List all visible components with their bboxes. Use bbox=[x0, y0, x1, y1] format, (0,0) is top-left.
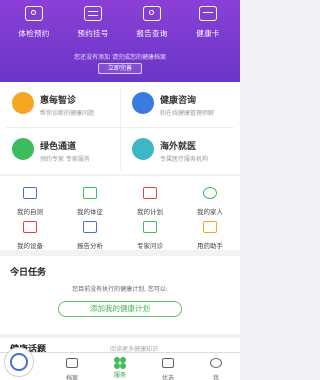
top-nav-item-register[interactable]: 预约挂号 bbox=[63, 4, 123, 39]
grid-label: 我的体征 bbox=[77, 208, 103, 216]
overseas-care-icon bbox=[132, 138, 154, 160]
profile-notice: 您还没有添加 请完成您的健康档案 bbox=[74, 54, 166, 61]
grid-item-expert-consult[interactable]: 专家问诊 bbox=[120, 218, 180, 250]
select-icon bbox=[162, 358, 174, 368]
calendar-clock-icon bbox=[25, 6, 43, 21]
top-nav-label: 体检预约 bbox=[18, 29, 50, 38]
vital-signs-icon bbox=[83, 187, 97, 199]
report-search-icon bbox=[143, 6, 161, 21]
bottom-tab-bar: 档案 服务 优选 我 bbox=[0, 352, 240, 380]
service-health-consult[interactable]: 健康咨询 和在线健康管理师聊 bbox=[120, 82, 240, 128]
today-task-card: 今日任务 您目前没有执行的健康计划, 您可以: 添加我的健康计划 bbox=[0, 256, 240, 334]
service-subtitle: 和在线健康管理师聊 bbox=[160, 110, 215, 117]
top-nav-item-report[interactable]: 报告查询 bbox=[122, 4, 182, 39]
expert-consult-icon bbox=[143, 221, 157, 233]
grid-label: 我的家人 bbox=[197, 208, 223, 216]
smart-diagnosis-icon bbox=[12, 92, 34, 114]
grid-label: 我的自测 bbox=[17, 208, 43, 216]
service-icon bbox=[113, 357, 127, 369]
service-subtitle: 帮你诊断的健康问题 bbox=[40, 110, 95, 117]
grid-label: 报告分析 bbox=[77, 242, 103, 250]
top-nav-item-health-card[interactable]: 健康卡 bbox=[178, 4, 238, 39]
my-plan-icon bbox=[143, 187, 157, 199]
tab-archive[interactable]: 档案 bbox=[48, 353, 96, 380]
tab-select[interactable]: 优选 bbox=[144, 353, 192, 380]
grid-item-family[interactable]: 我的家人 bbox=[180, 184, 240, 216]
top-nav-label: 健康卡 bbox=[196, 29, 220, 38]
today-task-title: 今日任务 bbox=[10, 268, 47, 278]
grid-label: 我的计划 bbox=[137, 208, 163, 216]
health-card-icon bbox=[199, 6, 217, 21]
service-title: 海外就医 bbox=[160, 142, 197, 152]
report-analysis-icon bbox=[83, 221, 97, 233]
today-task-description: 您目前没有执行的健康计划, 您可以: bbox=[72, 286, 168, 293]
device-icon bbox=[23, 221, 37, 233]
divider bbox=[6, 127, 234, 128]
grid-item-my-plan[interactable]: 我的计划 bbox=[120, 184, 180, 216]
grid-label: 专家问诊 bbox=[137, 242, 163, 250]
grid-label: 用药助手 bbox=[197, 242, 223, 250]
profile-icon bbox=[10, 353, 28, 371]
service-overseas-care[interactable]: 海外就医 专属医疗服务机构 bbox=[120, 128, 240, 174]
grid-item-report-analysis[interactable]: 报告分析 bbox=[60, 218, 120, 250]
tab-me[interactable]: 我 bbox=[192, 353, 240, 380]
me-icon bbox=[210, 358, 222, 368]
medication-icon bbox=[203, 221, 217, 233]
service-smart-diagnosis[interactable]: 惠每智诊 帮你诊断的健康问题 bbox=[0, 82, 120, 128]
register-card-icon bbox=[84, 6, 102, 21]
service-green-channel[interactable]: 绿色通道 预约专家 专家服务 bbox=[0, 128, 120, 174]
service-title: 惠每智诊 bbox=[40, 96, 77, 106]
divider bbox=[120, 88, 121, 170]
tab-service[interactable]: 服务 bbox=[96, 353, 144, 380]
service-title: 健康咨询 bbox=[160, 96, 197, 106]
top-nav: 体检预约 预约挂号 报告查询 健康卡 bbox=[0, 0, 240, 42]
service-subtitle: 专属医疗服务机构 bbox=[160, 156, 209, 163]
tab-label: 档案 bbox=[65, 375, 78, 380]
self-test-icon bbox=[23, 187, 37, 199]
top-nav-item-checkup[interactable]: 体检预约 bbox=[4, 4, 64, 39]
green-channel-icon bbox=[12, 138, 34, 160]
top-nav-label: 报告查询 bbox=[136, 29, 168, 38]
health-consult-icon bbox=[132, 92, 154, 114]
grid-item-vital-signs[interactable]: 我的体征 bbox=[60, 184, 120, 216]
complete-profile-button[interactable]: 立即完善 bbox=[98, 63, 142, 74]
add-health-plan-button[interactable]: 添加我的健康计划 bbox=[58, 301, 182, 317]
grid-label: 我的设备 bbox=[17, 242, 43, 250]
grid-item-self-test[interactable]: 我的自测 bbox=[0, 184, 60, 216]
tab-label: 优选 bbox=[161, 375, 174, 380]
tab-label: 我 bbox=[212, 375, 219, 380]
service-subtitle: 预约专家 专家服务 bbox=[40, 156, 90, 163]
grid-item-device[interactable]: 我的设备 bbox=[0, 218, 60, 250]
family-icon bbox=[203, 187, 217, 199]
archive-icon bbox=[66, 358, 78, 368]
feature-grid: 我的自测 我的体征 我的计划 我的家人 我的设备 报告分析 专家问诊 用药助手 bbox=[0, 176, 240, 250]
service-title: 绿色通道 bbox=[40, 142, 77, 152]
top-nav-label: 预约挂号 bbox=[77, 29, 109, 38]
tab-label: 服务 bbox=[113, 372, 126, 379]
profile-fab-button[interactable] bbox=[4, 347, 34, 377]
grid-item-medication[interactable]: 用药助手 bbox=[180, 218, 240, 250]
header-banner: 体检预约 预约挂号 报告查询 健康卡 您还没有添加 请完成您的健康档案 立即完善 bbox=[0, 0, 240, 82]
